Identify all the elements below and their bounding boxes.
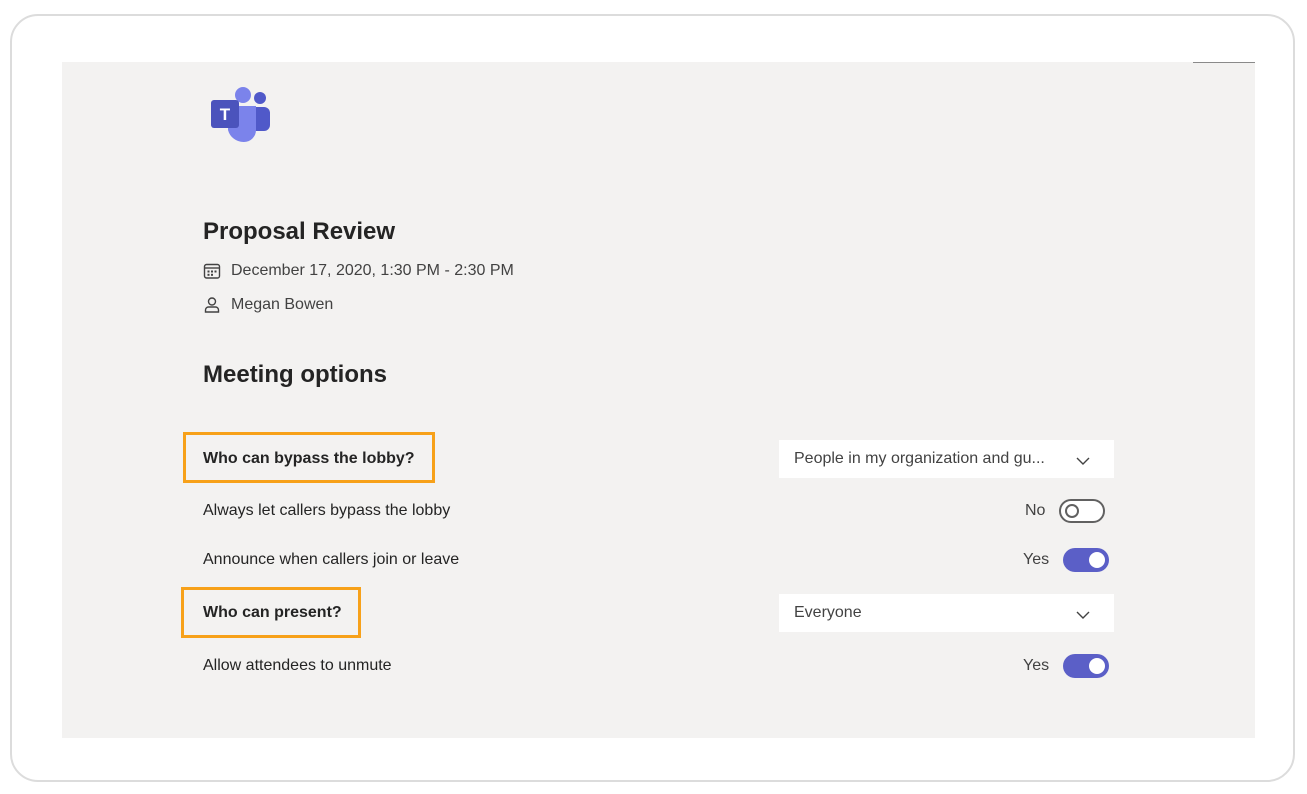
- toggle-knob: [1065, 504, 1080, 518]
- meeting-organizer: Megan Bowen: [231, 296, 334, 313]
- allow-unmute-toggle[interactable]: [1063, 654, 1110, 678]
- calendar-icon: [203, 262, 221, 280]
- teams-logo-letter: T: [220, 105, 231, 124]
- meeting-options-heading: Meeting options: [203, 361, 387, 388]
- callers-bypass-toggle-group: No: [1025, 499, 1106, 523]
- announce-callers-label: Announce when callers join or leave: [203, 551, 460, 568]
- callers-bypass-label: Always let callers bypass the lobby: [203, 502, 451, 519]
- bypass-lobby-dropdown-value: People in my organization and gu...: [794, 450, 1045, 467]
- allow-unmute-label: Allow attendees to unmute: [203, 657, 392, 674]
- meeting-title: Proposal Review: [203, 218, 396, 245]
- bypass-lobby-dropdown[interactable]: People in my organization and gu...: [779, 440, 1114, 478]
- callers-bypass-toggle[interactable]: [1059, 499, 1106, 523]
- toggle-knob: [1089, 658, 1106, 674]
- who-can-present-dropdown-value: Everyone: [794, 604, 862, 621]
- person-icon: [203, 296, 221, 314]
- panel-edge-line: [1193, 62, 1255, 63]
- who-can-present-dropdown[interactable]: Everyone: [779, 594, 1114, 632]
- chevron-down-icon: [1076, 453, 1090, 465]
- microsoft-teams-logo-icon: T: [208, 86, 274, 144]
- bypass-lobby-label: Who can bypass the lobby?: [203, 450, 415, 467]
- allow-unmute-toggle-group: Yes: [1023, 654, 1110, 678]
- toggle-knob: [1089, 552, 1106, 568]
- meeting-datetime-row: December 17, 2020, 1:30 PM - 2:30 PM: [203, 262, 514, 280]
- callers-bypass-state: No: [1025, 502, 1046, 519]
- announce-callers-toggle[interactable]: [1063, 548, 1110, 572]
- who-can-present-label: Who can present?: [203, 604, 342, 621]
- meeting-datetime: December 17, 2020, 1:30 PM - 2:30 PM: [231, 262, 514, 279]
- chevron-down-icon: [1076, 607, 1090, 619]
- announce-callers-state: Yes: [1023, 551, 1050, 568]
- allow-unmute-state: Yes: [1023, 657, 1050, 674]
- meeting-organizer-row: Megan Bowen: [203, 296, 333, 314]
- announce-callers-toggle-group: Yes: [1023, 548, 1110, 572]
